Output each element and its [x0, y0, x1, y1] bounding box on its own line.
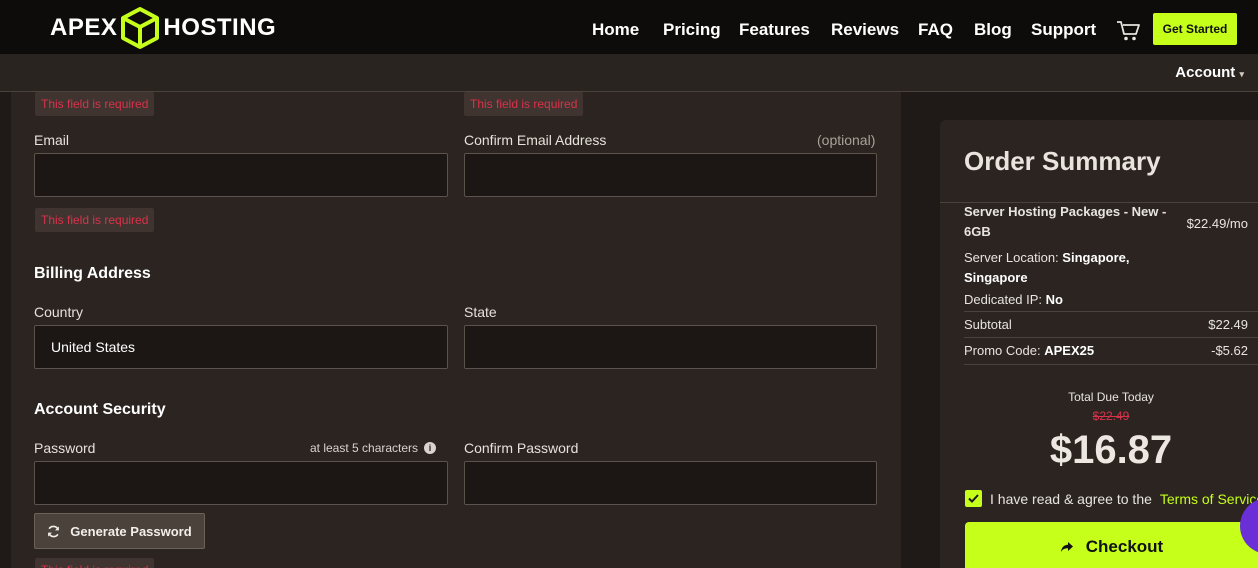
account-bar: Account ▾: [0, 54, 1258, 92]
total-due-label: Total Due Today: [1068, 390, 1154, 404]
subtotal-label: Subtotal: [964, 317, 1012, 332]
order-summary: Order Summary Server Hosting Packages - …: [940, 120, 1258, 568]
agree-text: I have read & agree to the: [990, 490, 1152, 507]
error-message: This field is required: [35, 558, 155, 568]
share-arrow-icon: [1060, 542, 1073, 552]
generate-password-label: Generate Password: [70, 523, 192, 539]
get-started-button[interactable]: Get Started: [1153, 13, 1237, 45]
error-message: This field is required: [35, 92, 155, 116]
product-name-line1: Server Hosting Packages - New -: [964, 204, 1167, 219]
nav-support[interactable]: Support: [1031, 20, 1096, 40]
error-message: This field is required: [35, 208, 155, 232]
promo-discount: -$5.62: [1211, 343, 1248, 358]
password-field[interactable]: [34, 461, 448, 505]
account-label: Account: [1175, 64, 1236, 81]
error-message: This field is required: [464, 92, 584, 116]
email-field[interactable]: [34, 153, 448, 197]
promo-code: Promo Code: APEX25: [964, 343, 1094, 358]
product-name: Server Hosting Packages - New - 6GB: [964, 204, 1166, 239]
optional-label: (optional): [817, 132, 876, 148]
nav-features[interactable]: Features: [739, 20, 810, 40]
order-summary-title: Order Summary: [964, 146, 1161, 176]
divider: [964, 311, 1258, 312]
ip-value: No: [1045, 292, 1064, 307]
dedicated-ip: Dedicated IP: No: [964, 292, 1063, 307]
cube-logo-icon: [121, 7, 160, 49]
terms-checkbox[interactable]: [965, 490, 982, 507]
product-price: $22.49/mo: [1186, 216, 1248, 231]
confirm-email-label: Confirm Email Address: [464, 132, 607, 148]
country-label: Country: [34, 304, 84, 320]
ip-label: Dedicated IP:: [964, 292, 1043, 307]
checkout-button[interactable]: Checkout: [965, 522, 1258, 568]
password-hint: at least 5 characters i: [310, 441, 437, 455]
server-location: Server Location: Singapore, Singapore: [964, 250, 1129, 285]
location-value: Singapore,: [1062, 250, 1130, 265]
divider: [964, 364, 1258, 365]
brand-right: HOSTING: [163, 14, 277, 41]
original-total: $22.49: [1092, 409, 1130, 423]
confirm-password-field[interactable]: [464, 461, 877, 505]
nav-faq[interactable]: FAQ: [918, 20, 953, 40]
country-select[interactable]: United States: [34, 325, 448, 369]
terms-agreement: I have read & agree to the Terms of Serv…: [965, 490, 1258, 507]
account-menu[interactable]: Account ▾: [1175, 64, 1244, 81]
confirm-password-label: Confirm Password: [464, 440, 579, 456]
account-security-heading: Account Security: [34, 401, 166, 418]
location-value: Singapore: [964, 270, 1028, 285]
brand-logo[interactable]: APEX HOSTING: [50, 6, 276, 50]
promo-code-value: APEX25: [1044, 343, 1095, 358]
divider: [940, 202, 1258, 203]
nav-pricing[interactable]: Pricing: [663, 20, 721, 40]
confirm-email-field[interactable]: [464, 153, 877, 197]
password-hint-text: at least 5 characters: [310, 441, 419, 455]
chevron-down-icon: ▾: [1239, 69, 1244, 79]
billing-heading: Billing Address: [34, 265, 151, 282]
password-label: Password: [34, 440, 96, 456]
location-label: Server Location:: [964, 250, 1059, 265]
subtotal-value: $22.49: [1208, 317, 1248, 332]
nav-reviews[interactable]: Reviews: [831, 20, 899, 40]
check-icon: [968, 494, 979, 503]
refresh-icon: [48, 525, 60, 537]
promo-label: Promo Code:: [964, 343, 1041, 358]
terms-of-service-link[interactable]: Terms of Service: [1160, 491, 1258, 507]
info-icon[interactable]: i: [424, 442, 437, 454]
email-label: Email: [34, 132, 70, 148]
generate-password-button[interactable]: Generate Password: [34, 513, 205, 549]
state-label: State: [464, 304, 497, 320]
brand-left: APEX: [50, 14, 118, 41]
divider: [964, 337, 1258, 338]
total-due-amount: $16.87: [1049, 428, 1173, 472]
checkout-form: This field is required This field is req…: [11, 92, 901, 568]
top-navbar: APEX HOSTING Home Pricing Features Revie…: [0, 0, 1258, 54]
product-name-line2: 6GB: [964, 224, 991, 239]
nav-home[interactable]: Home: [592, 20, 639, 40]
nav-blog[interactable]: Blog: [974, 20, 1012, 40]
checkout-label: Checkout: [1085, 537, 1164, 556]
state-field[interactable]: [464, 325, 877, 369]
cart-icon[interactable]: [1116, 20, 1140, 42]
